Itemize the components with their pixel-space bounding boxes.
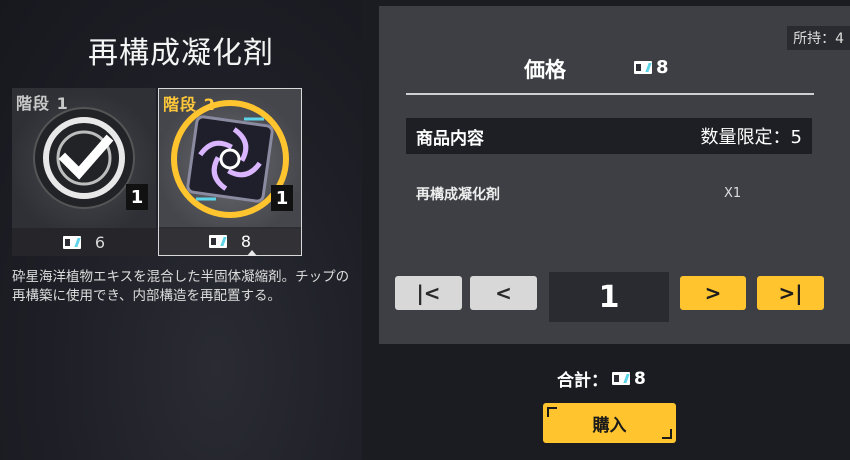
stage-card-1[interactable]: 階段 1 1 6 bbox=[12, 88, 156, 256]
stage-2-label: 階段 2 bbox=[163, 95, 216, 114]
contents-item-name: 再構成凝化剤 bbox=[416, 187, 500, 203]
stage-1-cost: 6 bbox=[12, 228, 156, 256]
total-value: 8 bbox=[634, 368, 646, 389]
quantity-last-button[interactable]: >| bbox=[757, 276, 824, 310]
quantity-prev-button[interactable]: < bbox=[470, 276, 537, 310]
price-row: 価格 8 bbox=[379, 54, 850, 84]
purchase-limit: 数量限定：5 bbox=[700, 127, 802, 148]
contents-header: 商品内容 数量限定：5 bbox=[406, 118, 812, 154]
stage-2-cost: 8 bbox=[159, 227, 301, 255]
stage-1-label: 階段 1 bbox=[16, 94, 69, 113]
total-price: 合計： 8 bbox=[557, 366, 646, 392]
stage-1-count: 1 bbox=[126, 184, 148, 210]
price-value-group: 8 bbox=[634, 57, 669, 78]
contents-item-qty: X1 bbox=[724, 186, 742, 201]
owned-count: 所持：4 bbox=[787, 26, 850, 50]
quantity-value: 1 bbox=[549, 272, 669, 322]
quantity-next-button[interactable]: > bbox=[680, 276, 746, 310]
chip-currency-icon bbox=[208, 234, 227, 248]
item-detail-pane: 再構成凝化剤 階段 1 1 6 階段 2 1 8 砕星海洋植物エキスを混合した半… bbox=[0, 0, 362, 460]
chip-currency-icon bbox=[62, 235, 81, 249]
chip-currency-icon bbox=[634, 61, 652, 74]
contents-title: 商品内容 bbox=[416, 128, 484, 149]
check-badge-icon bbox=[33, 107, 135, 209]
item-description: 砕星海洋植物エキスを混合した半固体凝縮剤。チップの再構築に使用でき、内部構造を再… bbox=[12, 269, 350, 304]
stage-card-2[interactable]: 階段 2 1 8 bbox=[158, 88, 302, 256]
buy-button[interactable]: 購入 bbox=[543, 403, 676, 443]
price-value: 8 bbox=[656, 57, 669, 78]
price-label: 価格 bbox=[524, 58, 566, 82]
divider bbox=[406, 93, 814, 95]
stage-2-cost-value: 8 bbox=[240, 231, 252, 251]
quantity-first-button[interactable]: |< bbox=[395, 276, 462, 310]
chip-currency-icon bbox=[612, 372, 630, 385]
stage-1-cost-value: 6 bbox=[94, 232, 106, 252]
item-title: 再構成凝化剤 bbox=[88, 36, 274, 71]
stage-2-count: 1 bbox=[271, 185, 293, 211]
selected-stage-caret bbox=[247, 250, 257, 256]
total-label: 合計： bbox=[557, 371, 608, 391]
